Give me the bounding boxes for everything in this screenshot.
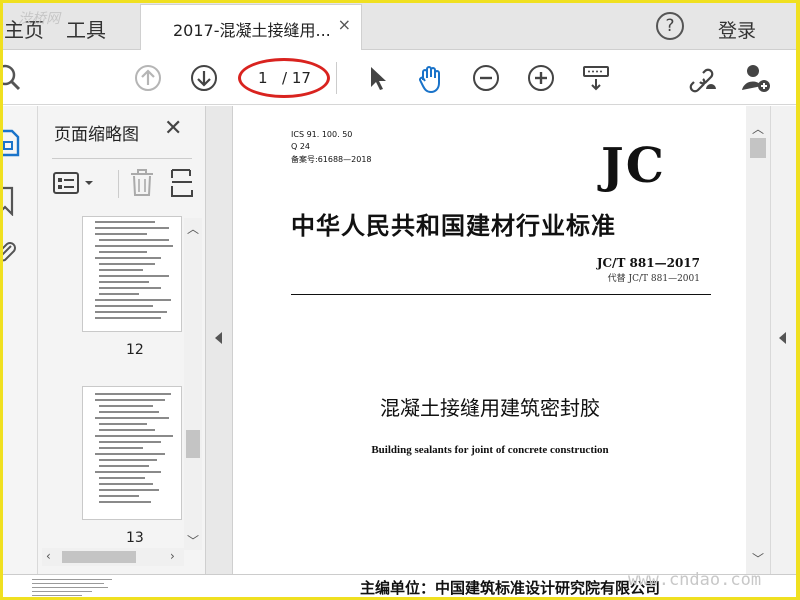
zoom-in-icon[interactable]	[525, 62, 557, 94]
search-icon[interactable]	[0, 62, 24, 94]
thumbnail-panel: 页面缩略图 ✕ 12 13 ︿ ﹀ ‹ ›	[38, 106, 206, 576]
thumbnail-label: 13	[126, 530, 144, 546]
hscroll-thumb[interactable]	[62, 551, 136, 563]
doc-title-en: Building sealants for joint of concrete …	[371, 444, 609, 456]
thumbnail-options-icon[interactable]	[52, 170, 98, 196]
watermark-top: 渋桥网	[18, 11, 60, 27]
right-panel-rail[interactable]	[770, 106, 796, 576]
doc-scroll-down-icon[interactable]: ﹀	[752, 550, 764, 567]
help-icon[interactable]: ?	[656, 12, 684, 40]
doc-footer: 主编单位：中国建筑标准设计研究院有限公司	[360, 579, 661, 597]
preview-page-fragment	[14, 576, 128, 598]
doc-title-cn: 混凝土接缝用建筑密封胶	[380, 396, 600, 420]
document-page[interactable]: ICS 91. 100. 50 Q 24 备案号:61688—2018 JC 中…	[232, 106, 746, 576]
scroll-thumb[interactable]	[186, 430, 200, 458]
tab-document-title: 2017-混凝土接缝用...	[173, 21, 331, 40]
panel-close-icon[interactable]: ✕	[164, 116, 182, 141]
left-navigation-rail	[0, 106, 38, 576]
doc-rule	[291, 294, 711, 295]
panel-divider	[52, 158, 192, 159]
page-display-icon[interactable]	[580, 62, 612, 94]
doc-ics: ICS 91. 100. 50	[291, 130, 353, 139]
doc-org: 中华人民共和国建材行业标准	[291, 211, 616, 240]
document-scrollbar[interactable]: ︿ ﹀	[746, 106, 770, 576]
next-page-icon[interactable]	[188, 62, 220, 94]
page-thumbnails-icon[interactable]	[0, 128, 20, 158]
tab-bar: 主页 渋桥网 工具 2017-混凝土接缝用... × ? 登录	[0, 0, 800, 50]
bookmark-icon[interactable]	[0, 186, 18, 216]
tab-close-icon[interactable]: ×	[338, 15, 351, 34]
scroll-up-icon[interactable]: ︿	[187, 220, 199, 237]
previous-page-icon[interactable]	[132, 62, 164, 94]
zoom-out-icon[interactable]	[470, 62, 502, 94]
scroll-down-icon[interactable]: ﹀	[187, 532, 199, 549]
red-annotation-ellipse	[238, 58, 330, 98]
thumbnail-label: 12	[126, 342, 144, 358]
panel-toolbar-divider	[118, 170, 119, 198]
delete-page-icon[interactable]	[128, 168, 156, 198]
share-link-icon[interactable]	[686, 62, 718, 94]
doc-record: 备案号:61688—2018	[291, 155, 372, 164]
collapse-panel-gutter[interactable]	[206, 106, 232, 576]
extract-page-icon[interactable]	[170, 168, 194, 198]
doc-replaces: 代替 JC/T 881—2001	[607, 274, 700, 284]
hand-tool-icon[interactable]	[414, 62, 446, 94]
thumbnail-hscrollbar[interactable]: ‹ ›	[42, 548, 184, 566]
tab-tools[interactable]: 工具	[66, 14, 106, 43]
collapse-left-icon	[215, 332, 222, 344]
doc-q: Q 24	[291, 142, 311, 151]
scroll-right-icon[interactable]: ›	[170, 549, 175, 563]
thumbnail-page-12[interactable]	[82, 216, 182, 332]
toolbar: 1 / 17	[0, 50, 800, 105]
panel-title: 页面缩略图	[54, 125, 139, 145]
thumbnail-scrollbar[interactable]: ︿ ﹀	[184, 218, 202, 550]
doc-logo: JC	[601, 138, 666, 194]
add-user-icon[interactable]	[740, 62, 772, 94]
expand-right-panel-icon	[779, 332, 786, 344]
thumbnail-page-13[interactable]	[82, 386, 182, 520]
select-cursor-icon[interactable]	[362, 62, 394, 94]
login-button[interactable]: 登录	[718, 16, 756, 43]
doc-scroll-up-icon[interactable]: ︿	[752, 120, 764, 137]
tab-document[interactable]: 2017-混凝土接缝用... ×	[140, 4, 362, 50]
watermark-bottom: www.cndao.com	[628, 570, 762, 590]
doc-scroll-thumb[interactable]	[750, 138, 766, 158]
scroll-left-icon[interactable]: ‹	[46, 549, 51, 563]
toolbar-divider	[336, 62, 337, 94]
attachment-icon[interactable]	[0, 238, 18, 268]
doc-code: JC/T 881—2017	[596, 256, 700, 270]
